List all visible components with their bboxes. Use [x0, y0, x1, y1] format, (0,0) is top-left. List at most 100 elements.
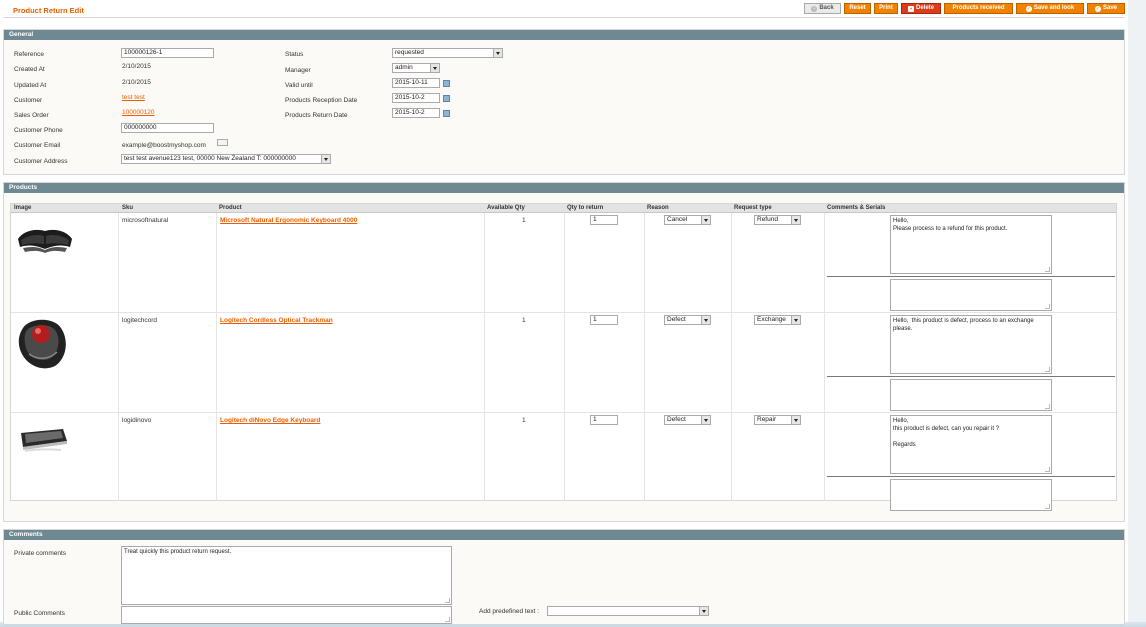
column-header-image: Image — [14, 205, 32, 211]
valid-until-label: Valid until — [285, 82, 313, 89]
product-link[interactable]: Logitech diNovo Edge Keyboard — [220, 417, 320, 424]
customer-phone-input[interactable]: 000000000 — [121, 123, 214, 133]
sales-order-link[interactable]: 100000120 — [122, 109, 155, 116]
private-comments-label: Private comments — [14, 550, 67, 557]
reason-select[interactable]: Defect — [664, 415, 711, 425]
reception-date-label: Products Reception Date — [285, 97, 358, 104]
comment-textarea[interactable]: Hello, this product is defect, can you r… — [890, 415, 1052, 474]
calendar-icon[interactable] — [443, 110, 450, 117]
header-divider — [3, 17, 1125, 18]
row-divider — [11, 412, 1116, 413]
predefined-text-label: Add predefined text : — [479, 608, 539, 615]
window-right-edge — [1128, 0, 1146, 627]
comment-separator — [827, 376, 1115, 377]
delete-button[interactable]: ▪ Delete — [901, 3, 941, 14]
private-comments-textarea[interactable]: Treat quickly this product return reques… — [121, 546, 452, 605]
valid-until-input[interactable]: 2015-10-11 — [392, 78, 440, 88]
calendar-icon[interactable] — [443, 95, 450, 102]
column-divider — [824, 213, 825, 501]
customer-address-select[interactable]: test test avenue123 test, 00000 New Zeal… — [121, 154, 331, 164]
available-qty: 1 — [522, 317, 526, 324]
reason-select[interactable]: Defect — [664, 315, 711, 325]
qty-to-return-input[interactable]: 1 — [590, 415, 618, 425]
save-and-look-button[interactable]: ✓ Save and look — [1016, 3, 1084, 14]
manager-label: Manager — [285, 67, 311, 74]
request-type-select[interactable]: Repair — [754, 415, 801, 425]
product-link[interactable]: Microsoft Natural Ergonomic Keyboard 400… — [220, 217, 357, 224]
comment-textarea[interactable]: Hello, this product is defect, process t… — [890, 315, 1052, 374]
status-label: Status — [285, 51, 304, 58]
keyboard-ergonomic-icon — [18, 229, 72, 253]
created-at-value: 2/10/2015 — [122, 63, 151, 70]
request-type-value: Refund — [757, 216, 778, 223]
check-icon: ✓ — [1094, 6, 1101, 12]
reception-date-input[interactable]: 2015-10-2 — [392, 93, 440, 103]
column-header-comments: Comments & Serials — [827, 205, 886, 211]
status-select[interactable]: requested — [392, 48, 503, 58]
back-button-label: Back — [819, 5, 834, 11]
column-divider — [118, 213, 119, 501]
chevron-down-icon — [321, 155, 330, 163]
products-received-button[interactable]: Products received — [944, 3, 1013, 14]
calendar-icon[interactable] — [443, 80, 450, 87]
trackball-mouse-icon — [18, 319, 66, 369]
chevron-down-icon — [791, 416, 800, 424]
return-date-label: Products Return Date — [285, 112, 348, 119]
print-button-label: Print — [879, 5, 893, 11]
row-divider — [11, 312, 1116, 313]
public-comments-label: Public Comments — [14, 610, 65, 617]
customer-label: Customer — [14, 97, 43, 104]
column-divider — [644, 213, 645, 501]
request-type-select[interactable]: Refund — [754, 215, 801, 225]
column-divider — [731, 213, 732, 501]
reason-select[interactable]: Cancel — [664, 215, 711, 225]
product-sku: logidinovo — [122, 417, 152, 424]
chevron-down-icon — [701, 216, 710, 224]
created-at-label: Created At — [14, 66, 45, 73]
column-header-request-type: Request type — [734, 205, 772, 211]
products-section: Products Image Sku Product Available Qty… — [3, 182, 1125, 522]
column-divider — [216, 213, 217, 501]
request-type-value: Repair — [757, 416, 777, 423]
reason-value: Cancel — [667, 216, 688, 223]
predefined-text-select[interactable] — [547, 606, 709, 616]
keyboard-flat-icon — [21, 429, 67, 452]
serials-textarea[interactable] — [890, 479, 1052, 511]
back-button[interactable]: ‹ Back — [804, 3, 841, 14]
comment-textarea[interactable]: Hello, Please process to a refund for th… — [890, 215, 1052, 274]
products-received-button-label: Products received — [952, 5, 1005, 11]
request-type-select[interactable]: Exchange — [754, 315, 801, 325]
qty-to-return-input[interactable]: 1 — [590, 215, 618, 225]
column-header-qty-to-return: Qty to return — [567, 205, 604, 211]
product-link[interactable]: Logitech Cordless Optical Trackman — [220, 317, 333, 324]
public-comments-textarea[interactable] — [121, 606, 452, 624]
reference-input[interactable]: 100000126-1 — [121, 48, 214, 58]
manager-value: admin — [395, 64, 413, 71]
chevron-down-icon — [791, 216, 800, 224]
serials-textarea[interactable] — [890, 379, 1052, 411]
save-button[interactable]: ✓ Save — [1087, 3, 1125, 14]
column-header-available-qty: Available Qty — [487, 205, 525, 211]
comments-section: Comments Private comments Treat quickly … — [3, 529, 1125, 625]
product-sku: microsoftnatural — [122, 217, 169, 224]
products-grid-header: Image Sku Product Available Qty Qty to r… — [11, 204, 1116, 213]
qty-to-return-input[interactable]: 1 — [590, 315, 618, 325]
reason-value: Defect — [667, 416, 686, 423]
status-value: requested — [395, 49, 424, 56]
chevron-down-icon — [493, 49, 502, 57]
column-header-product: Product — [219, 205, 242, 211]
column-header-sku: Sku — [122, 205, 134, 211]
reset-button[interactable]: Reset — [844, 3, 871, 14]
customer-email-value: example@boostmyshop.com — [122, 142, 206, 149]
print-button[interactable]: Print — [874, 3, 898, 14]
customer-link[interactable]: test test — [122, 94, 145, 101]
return-date-input[interactable]: 2015-10-2 — [392, 108, 440, 118]
trash-icon: ▪ — [907, 6, 914, 12]
products-section-header: Products — [4, 183, 1124, 193]
general-section: General Reference 100000126-1 Created At… — [3, 29, 1125, 175]
customer-address-value: test test avenue123 test, 00000 New Zeal… — [124, 155, 296, 162]
email-icon[interactable] — [217, 139, 228, 146]
serials-textarea[interactable] — [890, 279, 1052, 311]
manager-select[interactable]: admin — [392, 63, 440, 73]
column-header-reason: Reason — [647, 205, 669, 211]
